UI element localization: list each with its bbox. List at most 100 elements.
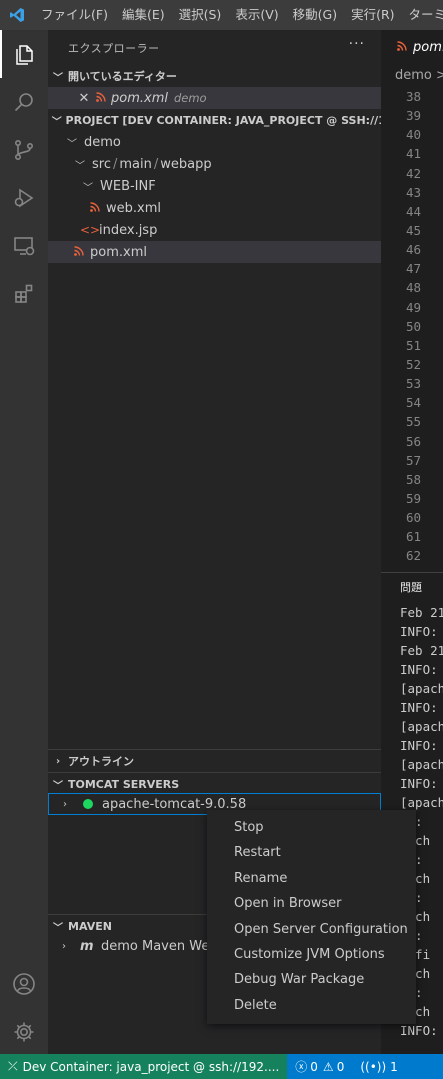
line-number: 40 bbox=[405, 127, 421, 143]
line-number: 39 bbox=[405, 108, 421, 124]
open-editors-header[interactable]: ﹀ 開いているエディター bbox=[48, 65, 381, 87]
menu-item-open-in-browser[interactable]: Open in Browser bbox=[207, 891, 416, 916]
tomcat-servers-header[interactable]: ﹀ TOMCAT SERVERS bbox=[48, 772, 381, 795]
menu-item-delete[interactable]: Delete bbox=[207, 993, 416, 1018]
ports-count: 1 bbox=[390, 1059, 398, 1074]
line-number: 42 bbox=[405, 165, 421, 181]
console-line: INFO: bbox=[400, 738, 438, 753]
menu-run[interactable]: 実行(R) bbox=[344, 0, 401, 30]
files-icon[interactable] bbox=[0, 30, 48, 78]
rss-file-icon bbox=[88, 201, 102, 216]
remote-icon: ⤫ bbox=[8, 1059, 18, 1073]
breadcrumb[interactable]: demo > bbox=[381, 65, 443, 87]
tomcat-servers-label: TOMCAT SERVERS bbox=[68, 777, 180, 791]
more-actions-icon[interactable]: ··· bbox=[349, 36, 365, 52]
ports-status[interactable]: ((•)) 1 bbox=[352, 1060, 405, 1074]
console-line: [apach bbox=[400, 719, 443, 734]
menu-item-stop[interactable]: Stop bbox=[207, 815, 416, 840]
code-file-icon: <> bbox=[80, 223, 101, 237]
line-number: 41 bbox=[405, 146, 421, 162]
line-number: 50 bbox=[405, 318, 421, 334]
server-running-icon bbox=[83, 799, 93, 809]
project-label: PROJECT [DEV CONTAINER: JAVA_PROJECT @ S… bbox=[65, 113, 381, 127]
activity-bar bbox=[0, 30, 48, 1054]
project-header[interactable]: ﹀ PROJECT [DEV CONTAINER: JAVA_PROJECT @… bbox=[48, 109, 381, 131]
console-line: Feb 21 bbox=[400, 605, 443, 620]
tree-folder-src-main-webapp[interactable]: ﹀ src / main / webapp bbox=[48, 153, 381, 175]
line-number: 59 bbox=[405, 490, 421, 506]
tree-file-web-xml[interactable]: web.xml bbox=[48, 197, 381, 219]
console-line: Feb 21 bbox=[400, 643, 443, 658]
line-number: 51 bbox=[405, 337, 421, 353]
console-line: INFO: bbox=[400, 624, 438, 639]
problems-status[interactable]: ⓧ 0 ⚠ 0 bbox=[287, 1058, 352, 1075]
maven-icon: m bbox=[80, 938, 94, 954]
open-editor-name: pom.xml bbox=[111, 90, 168, 106]
close-editor-icon[interactable]: ✕ bbox=[74, 91, 94, 106]
line-number: 38 bbox=[405, 89, 421, 104]
tab-problems[interactable]: 問題 bbox=[400, 579, 422, 595]
chevron-down-icon: ﹀ bbox=[51, 116, 62, 128]
run-debug-icon[interactable] bbox=[0, 174, 48, 222]
console-line: INFO: bbox=[400, 700, 438, 715]
chevron-right-icon: › bbox=[63, 798, 67, 810]
chevron-down-icon: ﹀ bbox=[53, 922, 63, 934]
line-number: 62 bbox=[405, 548, 421, 564]
menu-item-rename[interactable]: Rename bbox=[207, 866, 416, 891]
tree-label-src: src bbox=[92, 156, 111, 172]
broadcast-icon: ((•)) bbox=[360, 1059, 387, 1074]
chevron-down-icon: ﹀ bbox=[53, 72, 63, 84]
rss-file-icon bbox=[72, 245, 86, 260]
console-line: [apach bbox=[400, 681, 443, 696]
account-icon[interactable] bbox=[0, 960, 48, 1008]
line-number-gutter: 38 39 40 41 42 43 44 45 46 47 48 49 50 51 52 53 54 55 56 57… bbox=[381, 87, 443, 566]
chevron-down-icon: ﹀ bbox=[67, 138, 77, 150]
menu-item-debug-war-package[interactable]: Debug War Package bbox=[207, 967, 416, 992]
extensions-icon[interactable] bbox=[0, 270, 48, 318]
menu-file[interactable]: ファイル(F) bbox=[34, 0, 115, 30]
editor-tab-pom[interactable]: pom.x bbox=[381, 30, 443, 65]
context-menu: Stop Restart Rename Open in Browser Open… bbox=[207, 810, 416, 1024]
sidebar-title: エクスプローラー bbox=[68, 42, 160, 55]
console-line: INFO: bbox=[400, 776, 438, 791]
tree-folder-web-inf[interactable]: ﹀ WEB-INF bbox=[48, 175, 381, 197]
menu-terminal[interactable]: ターミナル bbox=[402, 0, 443, 30]
menu-view[interactable]: 表示(V) bbox=[228, 0, 285, 30]
line-number: 45 bbox=[405, 222, 421, 238]
maven-label: MAVEN bbox=[68, 919, 112, 933]
line-number: 48 bbox=[405, 280, 421, 296]
remote-indicator[interactable]: ⤫ Dev Container: java_project @ ssh://19… bbox=[0, 1054, 288, 1079]
chevron-down-icon: ﹀ bbox=[53, 780, 63, 792]
outline-header[interactable]: › アウトライン bbox=[48, 749, 381, 772]
line-number: 54 bbox=[405, 395, 421, 411]
vscode-logo-icon bbox=[0, 0, 34, 30]
remote-explorer-icon[interactable] bbox=[0, 222, 48, 270]
menu-item-restart[interactable]: Restart bbox=[207, 840, 416, 865]
menu-item-open-server-configuration[interactable]: Open Server Configuration bbox=[207, 917, 416, 942]
warning-count: 0 bbox=[336, 1059, 345, 1074]
tree-label-main: main bbox=[119, 156, 152, 172]
search-icon[interactable] bbox=[0, 78, 48, 126]
line-number: 44 bbox=[405, 203, 421, 219]
open-editor-description: demo bbox=[173, 91, 207, 105]
tree-folder-demo[interactable]: ﹀ demo bbox=[48, 131, 381, 153]
source-control-icon[interactable] bbox=[0, 126, 48, 174]
tree-label: WEB-INF bbox=[100, 178, 156, 194]
chevron-down-icon: ﹀ bbox=[83, 182, 93, 194]
tree-file-pom-xml[interactable]: pom.xml bbox=[48, 241, 381, 263]
tree-label-webapp: webapp bbox=[160, 156, 212, 172]
menu-item-customize-jvm-options[interactable]: Customize JVM Options bbox=[207, 942, 416, 967]
tree-label: demo bbox=[84, 134, 121, 150]
menu-edit[interactable]: 編集(E) bbox=[115, 0, 172, 30]
tree-file-index-jsp[interactable]: <> index.jsp bbox=[48, 219, 381, 241]
warning-icon: ⚠ bbox=[322, 1059, 334, 1074]
line-number: 55 bbox=[405, 414, 421, 430]
rss-file-icon bbox=[395, 40, 409, 55]
menu-go[interactable]: 移動(G) bbox=[286, 0, 344, 30]
remote-label: Dev Container: java_project @ ssh://192.… bbox=[22, 1059, 280, 1074]
chevron-down-icon: ﹀ bbox=[75, 160, 85, 172]
manage-gear-icon[interactable] bbox=[0, 1008, 48, 1056]
maven-project-name: demo Maven Web bbox=[101, 938, 218, 954]
open-editor-item[interactable]: ✕ pom.xml demo bbox=[48, 87, 381, 109]
menu-selection[interactable]: 選択(S) bbox=[172, 0, 229, 30]
